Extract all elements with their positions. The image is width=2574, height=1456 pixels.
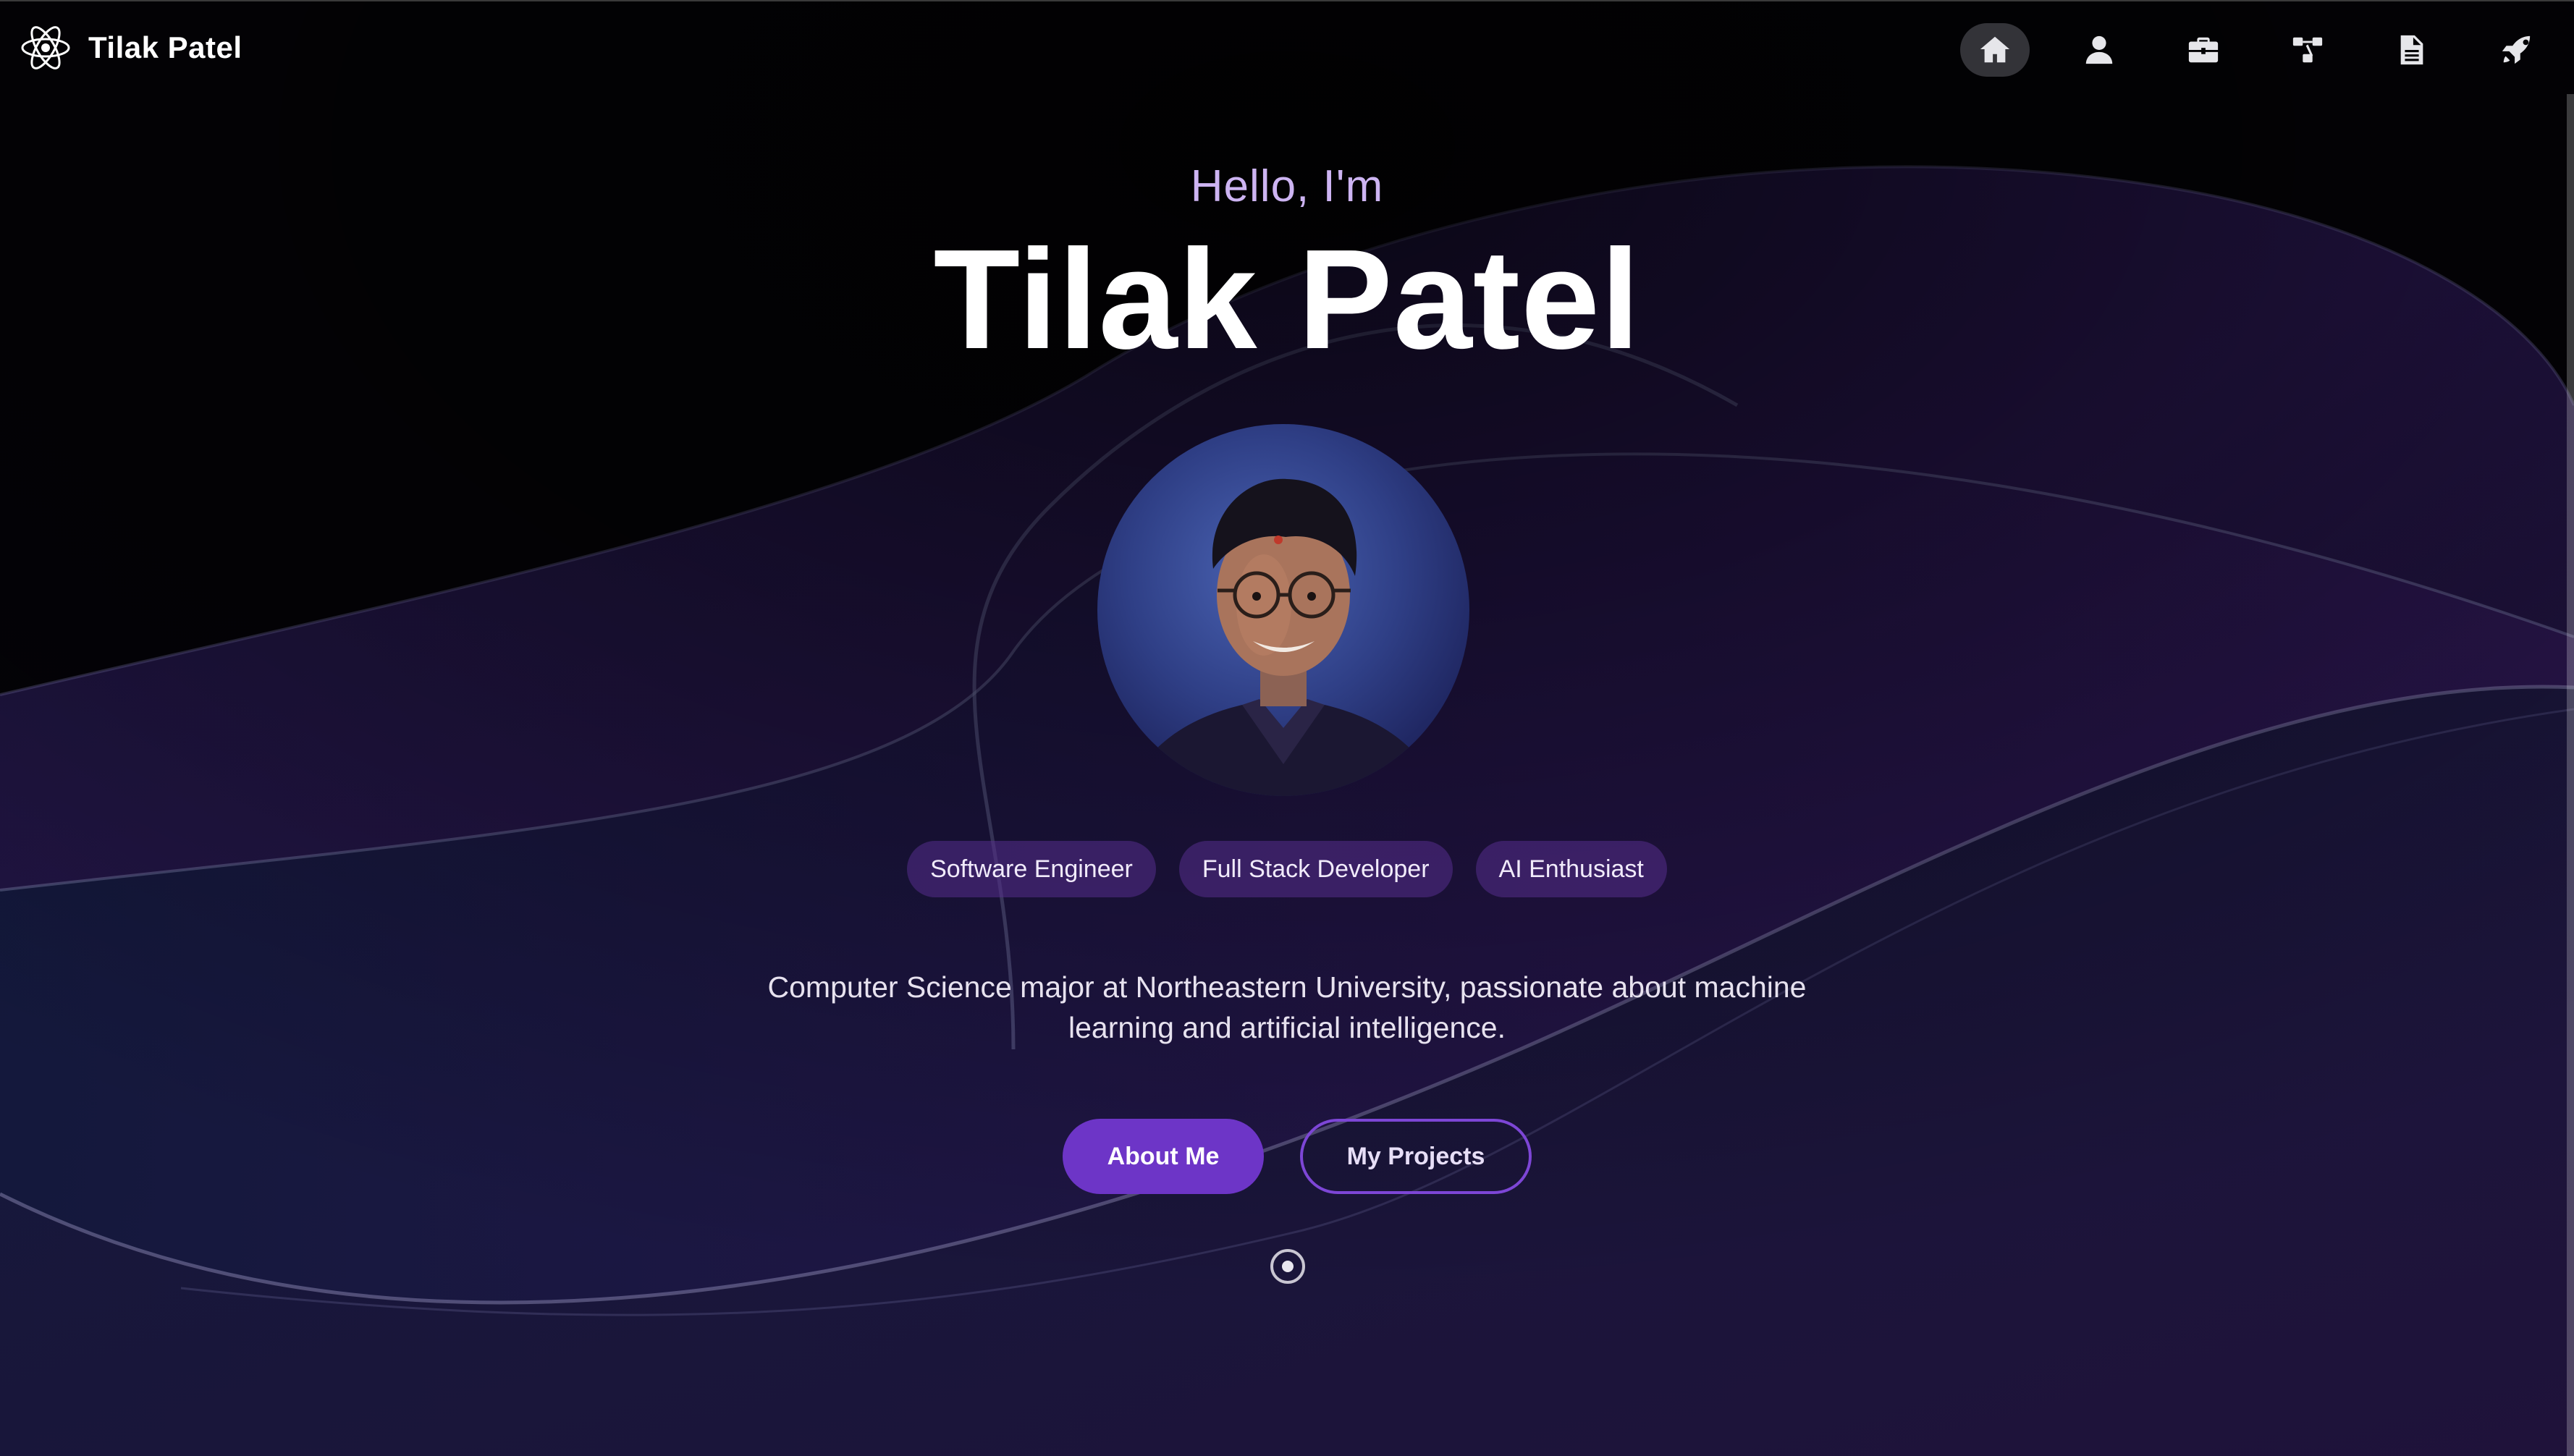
role-tag: AI Enthusiast bbox=[1475, 841, 1667, 897]
about-me-button[interactable]: About Me bbox=[1063, 1119, 1264, 1194]
profile-photo-portrait bbox=[1126, 478, 1440, 796]
scroll-dot-icon bbox=[1282, 1261, 1294, 1272]
hero-name: Tilak Patel bbox=[933, 220, 1641, 378]
role-tag: Software Engineer bbox=[907, 841, 1156, 897]
profile-photo bbox=[1097, 424, 1469, 796]
hero-description: Computer Science major at Northeastern U… bbox=[767, 970, 1807, 1044]
role-tag: Full Stack Developer bbox=[1178, 841, 1453, 897]
hero-actions: About Me My Projects bbox=[0, 1119, 2574, 1194]
hero-section: Hello, I'm Tilak Patel Software Engineer… bbox=[0, 0, 2574, 1456]
hero-greeting: Hello, I'm bbox=[1190, 161, 1384, 211]
scroll-down-indicator[interactable] bbox=[1270, 1249, 1305, 1284]
role-tags: Software Engineer Full Stack Developer A… bbox=[0, 841, 2574, 897]
my-projects-button[interactable]: My Projects bbox=[1300, 1119, 1532, 1194]
